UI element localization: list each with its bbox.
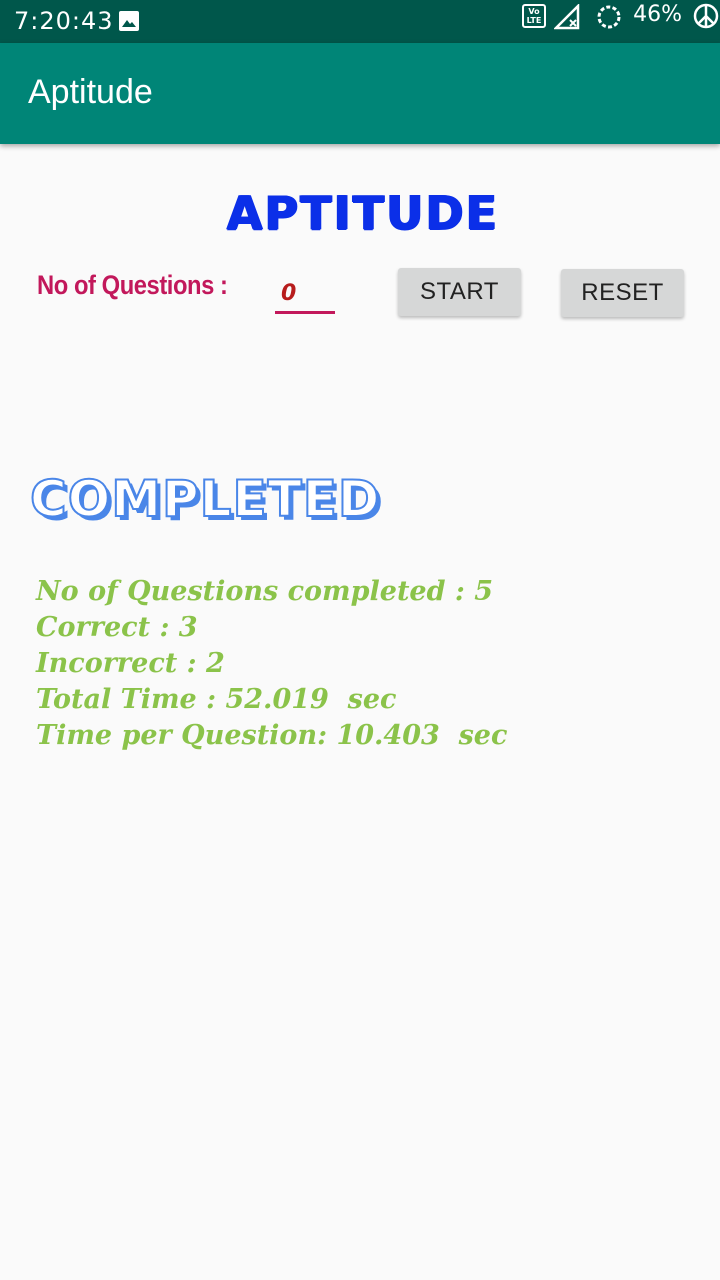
page-heading: APTITUDE	[226, 186, 500, 240]
volte-icon: Vo LTE	[522, 4, 546, 28]
image-icon	[119, 11, 139, 31]
app-title: Aptitude	[28, 73, 153, 111]
peace-icon	[693, 3, 719, 29]
status-bar: 7:20:43 Vo LTE 46%	[0, 0, 720, 43]
svg-text:Vo: Vo	[528, 7, 540, 16]
battery-percentage: 46%	[633, 2, 682, 27]
total-time-text: Total Time : 52.019 sec	[36, 684, 397, 715]
completed-heading: COMPLETED	[29, 469, 381, 529]
questions-input[interactable]	[275, 276, 335, 314]
svg-text:LTE: LTE	[527, 16, 542, 25]
start-button[interactable]: START	[398, 268, 521, 316]
reset-button[interactable]: RESET	[561, 269, 684, 317]
time-per-question-text: Time per Question: 10.403 sec	[36, 720, 508, 751]
correct-text: Correct : 3	[36, 612, 198, 643]
battery-icon	[597, 5, 621, 29]
signal-icon	[554, 4, 580, 30]
questions-completed-text: No of Questions completed : 5	[36, 576, 494, 607]
results-panel: No of Questions completed : 5 Correct : …	[36, 574, 507, 754]
app-bar: Aptitude	[0, 43, 720, 144]
status-time: 7:20:43	[14, 7, 114, 35]
incorrect-text: Incorrect : 2	[36, 648, 225, 679]
questions-label: No of Questions :	[37, 270, 228, 300]
